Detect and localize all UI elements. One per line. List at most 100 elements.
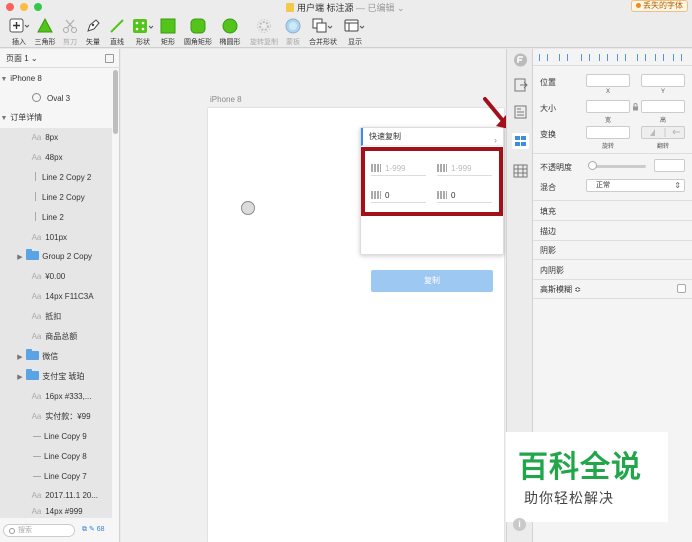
missing-font-badge[interactable]: 丢失的字体 [631,0,688,12]
inner-shadow-section[interactable]: 内阴影 [540,265,564,276]
shadow-section[interactable]: 阴影 [540,245,556,256]
divider [533,279,692,280]
layer-text[interactable]: Aa 14px F11C3A [0,287,112,307]
align-middle-icon[interactable] [655,54,664,61]
copy-button[interactable]: 复制 [371,270,493,292]
blend-mode-select[interactable]: 正常 ⇕ [586,179,685,192]
vertical-line-icon [35,212,36,221]
oval-button[interactable]: 椭圆形 [213,16,247,46]
layer-text[interactable]: Aa 48px [0,148,112,168]
disclosure-right-icon[interactable]: ▶ [16,248,24,267]
disclosure-right-icon[interactable]: ▶ [16,368,24,387]
quick-copy-tab[interactable] [512,133,529,149]
watermark-title: 百科全说 [518,450,642,485]
fill-section[interactable]: 填充 [540,206,556,217]
layer-line[interactable]: Line 2 [0,208,112,228]
layer-text[interactable]: Aa 101px [0,228,112,248]
layer-group[interactable]: ▶ 微信 [0,347,112,367]
rotate-input[interactable] [586,126,630,139]
artboard-label[interactable]: iPhone 8 [210,95,242,104]
layer-group-order[interactable]: ▼ 订单详情 [0,108,112,128]
layer-group[interactable]: ▶ 支付宝 琥珀 [0,367,112,387]
info-icon[interactable]: i [513,518,526,531]
plugin-tab-2[interactable] [512,77,529,93]
page-selector[interactable]: 页面 1 ⌄ [0,49,120,68]
view-button[interactable]: 显示 [338,16,372,46]
layer-group[interactable]: ▶ Group 2 Copy [0,247,112,267]
edited-status[interactable]: — 已编辑 ⌄ [356,3,405,13]
layers-scrollbar[interactable] [113,70,118,134]
x-input[interactable] [586,74,630,87]
layer-group-iphone8[interactable]: ▼ iPhone 8 [0,69,112,89]
table-icon [513,164,528,178]
watermark-subtitle: 助你轻松解决 [524,490,614,506]
search-placeholder: 搜索 [18,527,32,534]
distribute-h-icon[interactable] [539,54,548,61]
vertical-line-icon [35,172,36,181]
logo-icon [514,53,527,67]
blur-section[interactable]: 高斯模糊 ≎ [540,284,581,295]
combine-shape-icon [312,18,333,33]
align-center-icon[interactable] [599,54,608,61]
folder-icon [26,249,40,260]
layer-text[interactable]: Aa 抵扣 [0,307,112,327]
layer-oval[interactable]: Oval 3 [0,89,112,109]
distribute-v-icon[interactable] [559,54,568,61]
layer-text[interactable]: Aa 2017.11.1 20... [0,486,112,506]
y-input[interactable] [641,74,685,87]
width-label: 宽 [604,118,611,124]
layer-line[interactable]: Line Copy 7 [0,467,112,487]
size-label: 大小 [540,104,556,113]
rows-count-field[interactable]: 1-999 [437,161,492,176]
missing-font-label: 丢失的字体 [643,1,683,10]
disclosure-right-icon[interactable]: ▶ [16,348,24,367]
blur-checkbox[interactable] [677,284,686,293]
height-input[interactable] [641,100,685,113]
field-value: 1-999 [451,164,472,173]
layer-line[interactable]: Line 2 Copy [0,188,112,208]
plugin-tab-3[interactable] [512,104,529,120]
align-top-icon[interactable] [637,54,646,61]
vertical-spacing-field[interactable]: 0 [371,188,426,203]
flip-buttons[interactable] [641,126,685,139]
plugin-tab-1[interactable] [512,52,529,68]
canvas[interactable]: iPhone 8 快速复制 › 1-999 1-999 0 0 复制 [121,49,509,542]
zoom-window-button[interactable] [34,3,42,11]
layer-line[interactable]: Line Copy 9 [0,427,112,447]
add-page-icon[interactable] [105,54,114,63]
disclosure-down-icon[interactable]: ▼ [0,70,8,89]
border-section[interactable]: 描边 [540,226,556,237]
layers-footer-tools[interactable]: ⧉ ✎ 68 [82,525,105,534]
disclosure-down-icon[interactable]: ▼ [0,109,8,128]
lock-icon[interactable] [632,103,639,111]
table-tab[interactable] [512,163,529,179]
horizontal-spacing-field[interactable]: 0 [437,188,492,203]
layer-line[interactable]: Line Copy 8 [0,447,112,467]
align-left-icon[interactable] [581,54,590,61]
columns-count-field[interactable]: 1-999 [371,161,426,176]
close-window-button[interactable] [6,3,14,11]
layer-text[interactable]: Aa 实付款：¥99 [0,407,112,427]
select-arrows-icon: ⇕ [674,181,681,190]
layer-text[interactable]: Aa ¥0.00 [0,267,112,287]
layer-line[interactable]: Line 2 Copy 2 [0,168,112,188]
align-right-icon[interactable] [617,54,626,61]
layer-label: 实付款：¥99 [45,412,91,421]
text-layer-icon: Aa [31,292,42,301]
view-icon [344,19,365,32]
layer-text[interactable]: Aa 8px [0,128,112,148]
opacity-slider[interactable] [590,165,646,168]
layer-text[interactable]: Aa 商品总额 [0,327,112,347]
width-input[interactable] [586,100,630,113]
plus-icon [9,18,29,33]
minimize-window-button[interactable] [20,3,28,11]
align-bottom-icon[interactable] [673,54,682,61]
opacity-slider-knob[interactable] [588,161,597,170]
opacity-input[interactable] [654,159,685,172]
layer-search-input[interactable]: 搜索 [3,524,75,537]
layer-text[interactable]: Aa 14px #999 [0,506,112,518]
text-layer-icon: Aa [31,233,42,242]
oval-shape[interactable] [241,201,255,215]
layer-text[interactable]: Aa 16px #333,... [0,387,112,407]
height-label: 高 [659,118,666,124]
